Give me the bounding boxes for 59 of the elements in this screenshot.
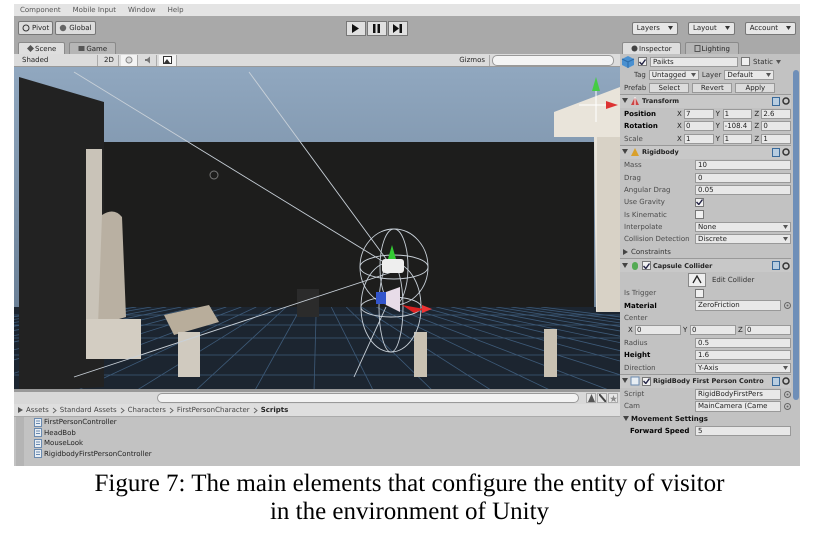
step-button[interactable] [388, 20, 408, 36]
collider-component-icon [630, 260, 640, 271]
speaker-icon [144, 56, 152, 64]
caret-icon [783, 366, 788, 370]
expand-arrow-icon [18, 407, 23, 413]
pause-icon [372, 24, 382, 32]
collider-edit-icon [692, 275, 702, 284]
rigidbody-component-icon [630, 147, 640, 158]
settings-icon [782, 148, 790, 156]
checkbox[interactable] [642, 376, 651, 386]
caret-icon [766, 73, 772, 78]
target-icon [784, 302, 791, 310]
chevron-icon [120, 406, 125, 414]
search-field[interactable] [157, 393, 579, 403]
play-icon [351, 24, 360, 32]
favorite-button[interactable] [597, 393, 607, 403]
pause-button[interactable] [366, 20, 387, 36]
checkbox[interactable] [695, 210, 704, 220]
screen-icon [78, 45, 86, 52]
checkbox[interactable] [741, 57, 750, 66]
step-icon [393, 24, 402, 32]
settings-icon [782, 97, 790, 106]
caret-icon [786, 26, 791, 30]
filter-button[interactable] [586, 393, 596, 403]
effects-dropdown[interactable] [158, 54, 177, 66]
star-icon [610, 394, 616, 402]
lighting-toggle[interactable] [120, 54, 138, 66]
scrollbar[interactable] [793, 70, 799, 400]
transform-component-icon [630, 96, 640, 106]
caret-icon [783, 225, 788, 230]
globe-icon [59, 24, 68, 32]
caret-icon [776, 60, 782, 64]
caret-icon [724, 26, 730, 30]
chevron-icon [168, 406, 174, 414]
caret-icon [783, 237, 788, 242]
caret-icon [668, 26, 673, 30]
checkbox[interactable] [695, 198, 704, 207]
cube-icon [621, 54, 635, 68]
checkbox[interactable] [638, 57, 647, 66]
checkbox[interactable] [695, 288, 704, 298]
checkbox[interactable] [642, 261, 651, 270]
check-icon [639, 58, 646, 64]
script-component-icon [630, 376, 640, 386]
diamond-icon [27, 45, 34, 52]
caret-icon [690, 73, 696, 78]
check-icon [696, 199, 703, 206]
chevron-icon [252, 406, 258, 414]
settings-icon [782, 377, 790, 386]
check-icon [643, 378, 650, 384]
pivot-icon [22, 24, 30, 32]
chevron-icon [52, 406, 57, 414]
figure-caption: Figure 7: The main elements that configure the entity of visitor in the environment of Unity [94, 470, 726, 526]
star-button[interactable] [608, 393, 618, 403]
search-field[interactable] [492, 54, 614, 66]
settings-icon [782, 262, 790, 270]
play-button[interactable] [346, 20, 366, 36]
check-icon [643, 262, 650, 269]
edit-collider-button[interactable] [688, 272, 706, 287]
image-icon [162, 56, 172, 64]
